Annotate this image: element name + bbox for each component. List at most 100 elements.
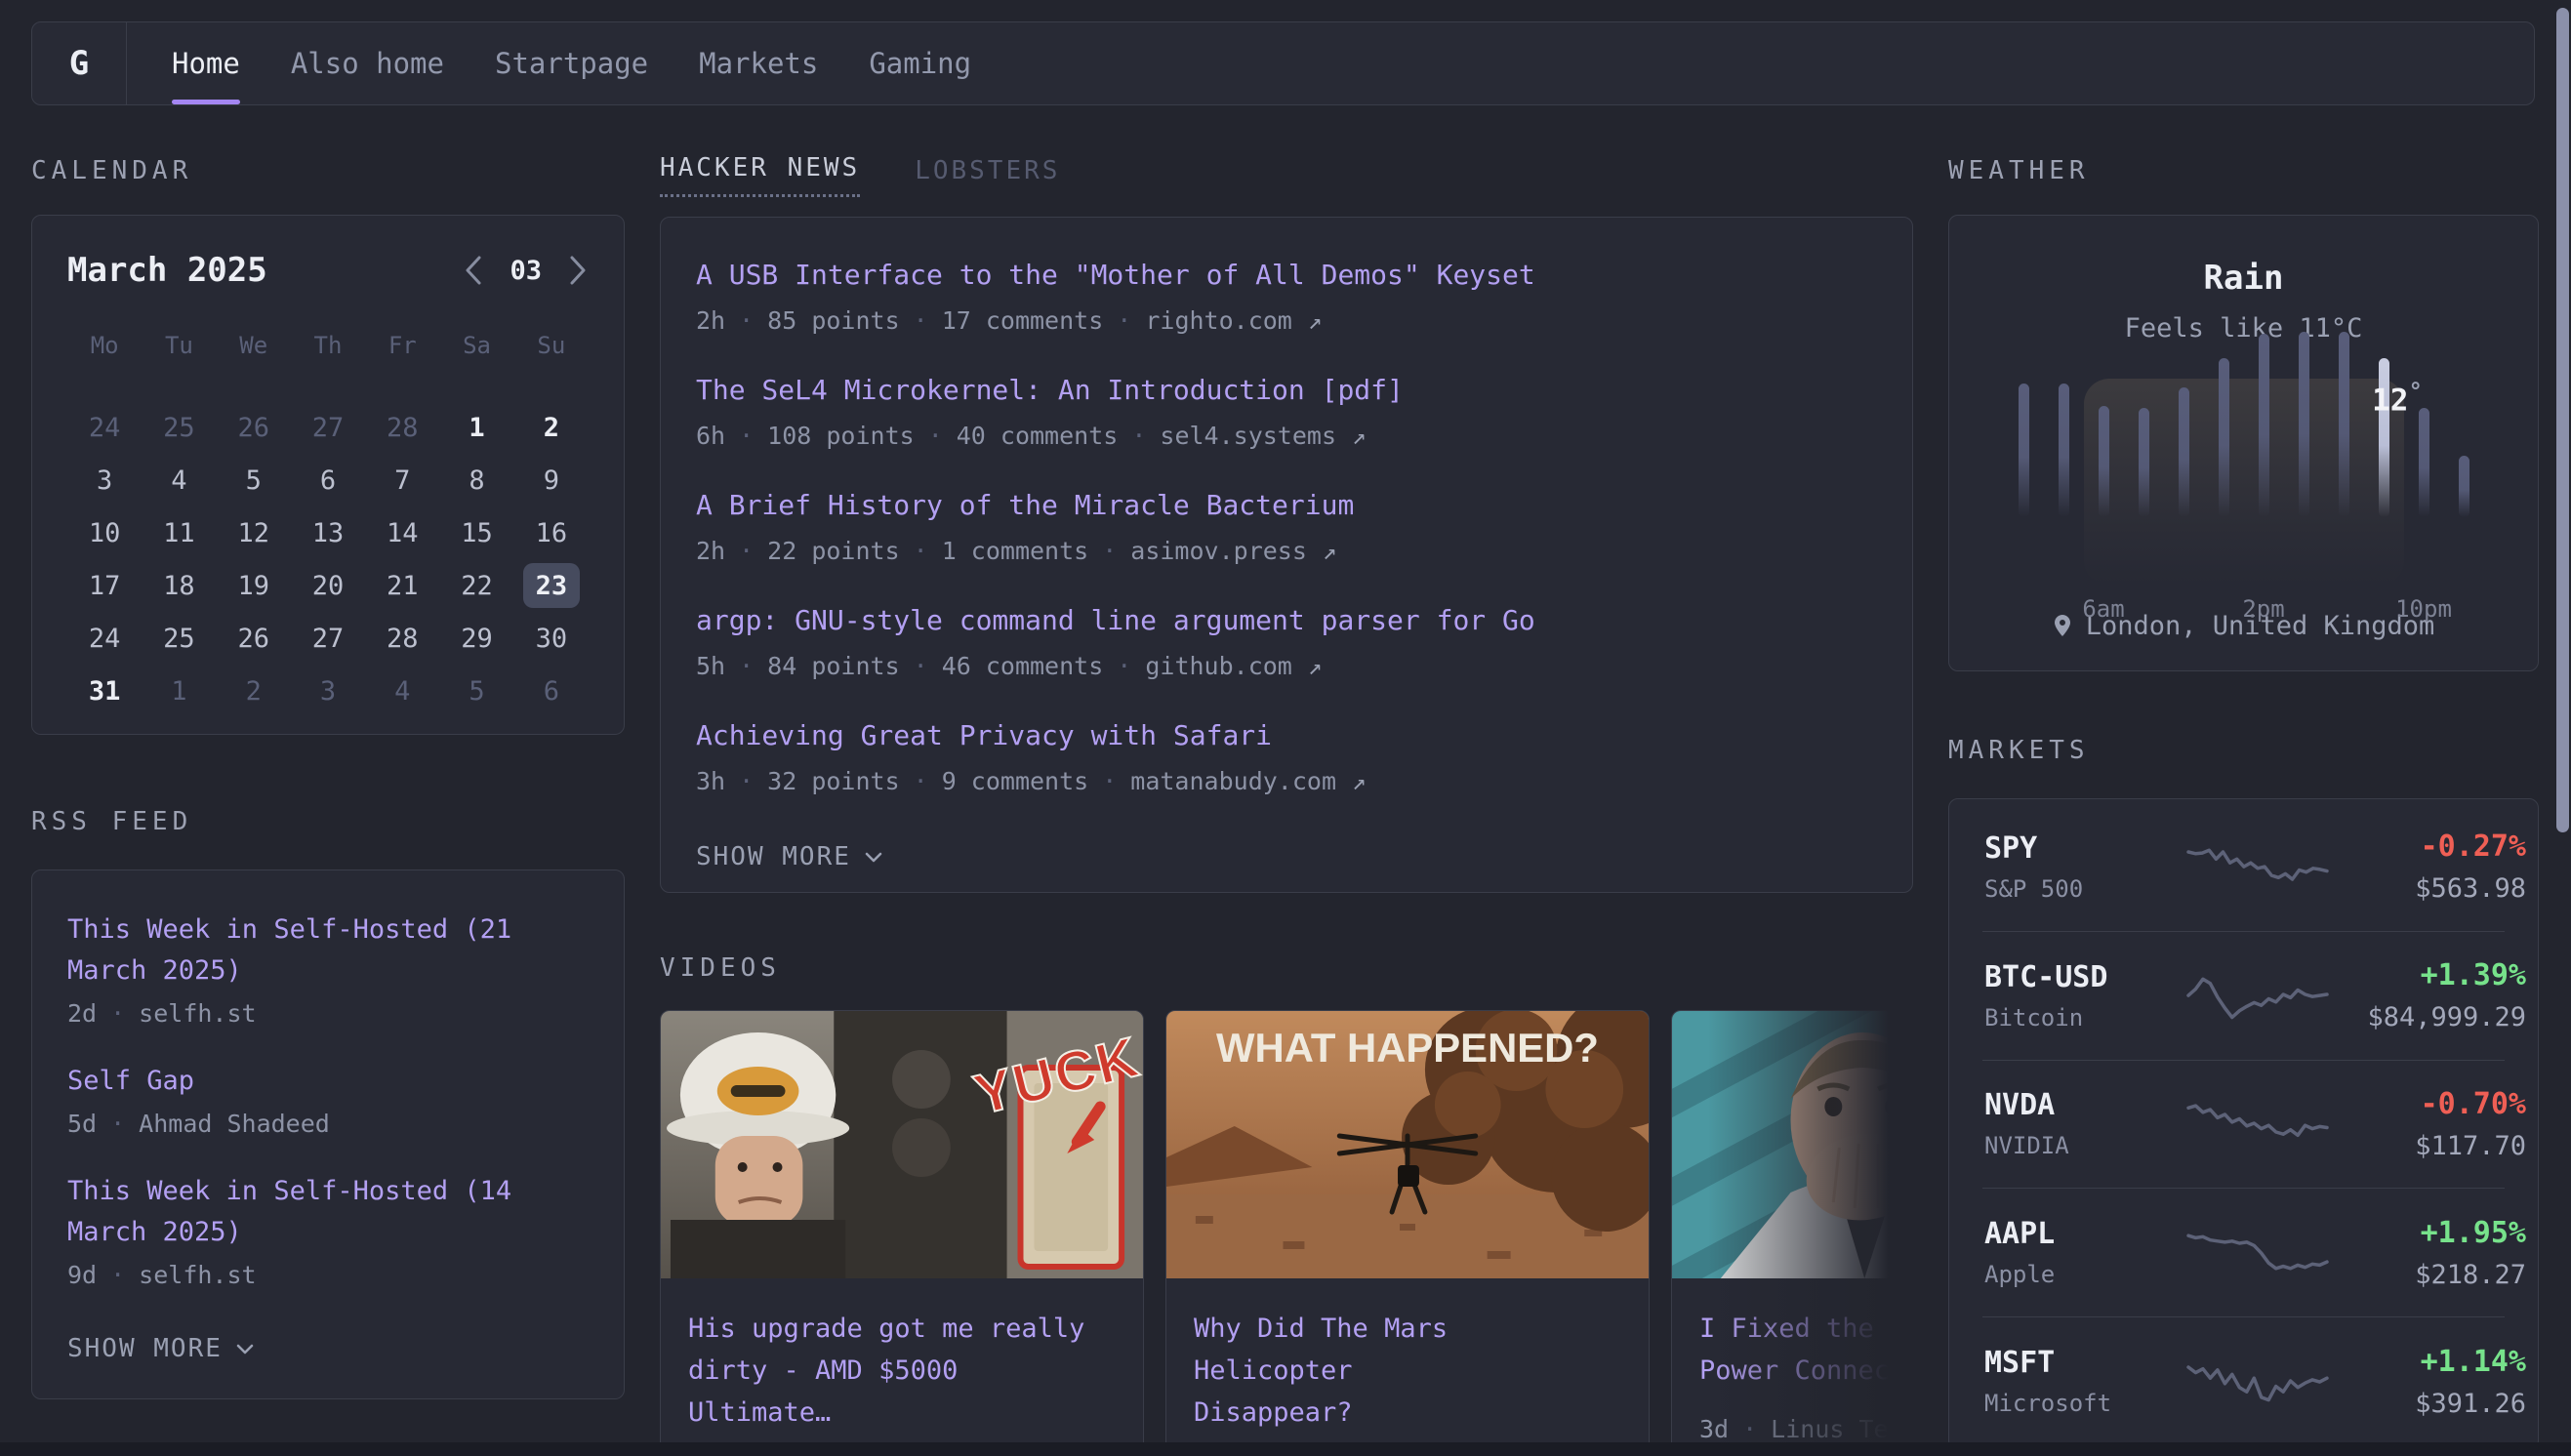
- news-item-title[interactable]: argp: GNU-style command line argument pa…: [696, 604, 1877, 636]
- market-row: NVDANVIDIA-0.70%$117.70: [1949, 1062, 2538, 1187]
- nav-tab-label: Also home: [291, 47, 444, 80]
- rss-item-source: selfh.st: [139, 1261, 256, 1289]
- calendar-next-button[interactable]: [567, 254, 589, 287]
- markets-header: MARKETS: [1948, 736, 2539, 765]
- rss-item-title[interactable]: This Week in Self-Hosted (21 March 2025): [67, 910, 555, 991]
- news-item-domain[interactable]: matanabudy.com: [1130, 767, 1336, 795]
- degree-symbol: °: [2408, 378, 2422, 405]
- news-item-domain[interactable]: sel4.systems: [1160, 422, 1336, 450]
- calendar-day-grid: 2425262728123456789101112131415161718192…: [67, 401, 589, 717]
- meta-separator: ·: [928, 422, 943, 450]
- calendar-weekday: Su: [514, 323, 589, 368]
- meta-separator: ·: [110, 1261, 125, 1289]
- market-ticker[interactable]: MSFT: [1984, 1346, 2184, 1380]
- meta-separator: ·: [110, 999, 125, 1028]
- page-scrollbar-thumb[interactable]: [2556, 8, 2569, 832]
- news-item-domain[interactable]: github.com: [1145, 652, 1292, 680]
- meta-separator: ·: [1117, 306, 1131, 335]
- news-item-time: 3h: [696, 767, 725, 795]
- nav-tab-gaming[interactable]: Gaming: [869, 22, 971, 104]
- news-item-domain[interactable]: asimov.press: [1130, 537, 1307, 565]
- nav-tab-markets[interactable]: Markets: [699, 22, 818, 104]
- video-thumbnail-image[interactable]: DOTHT: [1672, 1011, 1913, 1278]
- external-link-icon: ↗: [1308, 653, 1322, 680]
- video-card[interactable]: DOTHT I Fixed the 5 Power Connect3d·Linu…: [1671, 1010, 1913, 1456]
- rss-item-title[interactable]: This Week in Self-Hosted (14 March 2025): [67, 1171, 555, 1253]
- market-ticker[interactable]: BTC-USD: [1984, 960, 2184, 994]
- tab-lobsters[interactable]: LOBSTERS: [915, 156, 1060, 197]
- calendar-day-number: 28: [374, 616, 430, 661]
- calendar-month-title: March 2025: [67, 251, 267, 290]
- calendar-day: 4: [142, 454, 216, 506]
- news-show-more-button[interactable]: SHOW MORE: [696, 842, 1877, 871]
- video-thumbnail-image[interactable]: WHAT HAPPENED?: [1166, 1011, 1649, 1278]
- news-item: Achieving Great Privacy with Safari3h·32…: [696, 719, 1877, 795]
- right-column: WEATHER Rain Feels like 11°C 12°6am2pm10…: [1948, 156, 2539, 1456]
- rss-show-more-button[interactable]: SHOW MORE: [67, 1334, 589, 1363]
- calendar-day: 6: [291, 454, 365, 506]
- video-title[interactable]: His upgrade got me really dirty - AMD $5…: [688, 1308, 1116, 1434]
- rss-item-time: 2d: [67, 999, 97, 1028]
- news-item-time: 2h: [696, 537, 725, 565]
- calendar-day-number: 9: [523, 458, 580, 503]
- market-values: +1.14%$391.26: [2331, 1345, 2526, 1419]
- rss-item-time: 9d: [67, 1261, 97, 1289]
- weather-bar: [2459, 456, 2469, 517]
- calendar-prev-button[interactable]: [463, 254, 484, 287]
- calendar-day: 2: [514, 401, 589, 454]
- market-change: +1.14%: [2331, 1345, 2526, 1379]
- sparkline-chart: [2184, 961, 2331, 1026]
- nav-tab-also-home[interactable]: Also home: [291, 22, 444, 104]
- rss-item-time: 5d: [67, 1110, 97, 1138]
- news-item-comments: 1 comments: [942, 537, 1089, 565]
- calendar-day-number: 5: [225, 458, 282, 503]
- calendar-day-number: 12: [225, 510, 282, 555]
- meta-separator: ·: [1742, 1415, 1757, 1443]
- market-ticker[interactable]: NVDA: [1984, 1088, 2184, 1122]
- meta-separator: ·: [739, 767, 754, 795]
- weather-time-label: 6am: [2082, 595, 2124, 623]
- calendar-day: 26: [217, 401, 291, 454]
- calendar-day: 20: [291, 559, 365, 612]
- market-price: $218.27: [2331, 1260, 2526, 1290]
- news-item-title[interactable]: The SeL4 Microkernel: An Introduction [p…: [696, 374, 1877, 406]
- nav-tab-label: Startpage: [495, 47, 648, 80]
- news-item-title[interactable]: Achieving Great Privacy with Safari: [696, 719, 1877, 751]
- nav-tab-label: Gaming: [869, 47, 971, 80]
- news-item-domain[interactable]: righto.com: [1145, 306, 1292, 335]
- left-column: CALENDAR March 2025 03 MoTuWeThFrSaSu: [31, 156, 625, 1456]
- meta-separator: ·: [739, 422, 754, 450]
- viewport-bottom-strip: [0, 1442, 2571, 1456]
- calendar-day-number: 25: [150, 616, 207, 661]
- news-show-more-label: SHOW MORE: [696, 842, 851, 871]
- market-ticker-block: BTC-USDBitcoin: [1984, 960, 2184, 1031]
- meta-separator: ·: [914, 537, 928, 565]
- sparkline-chart: [2184, 1090, 2331, 1154]
- rss-widget: This Week in Self-Hosted (21 March 2025)…: [31, 870, 625, 1399]
- video-title[interactable]: I Fixed the 5 Power Connect: [1699, 1308, 1913, 1392]
- tab-hacker-news[interactable]: HACKER NEWS: [660, 153, 860, 197]
- weather-time-label: 2pm: [2242, 595, 2284, 623]
- video-title[interactable]: Why Did The Mars Helicopter Disappear?: [1194, 1308, 1621, 1434]
- news-item-title[interactable]: A USB Interface to the "Mother of All De…: [696, 259, 1877, 291]
- video-thumbnail-image[interactable]: YUCK: [661, 1011, 1143, 1278]
- market-ticker[interactable]: SPY: [1984, 831, 2184, 866]
- content-columns: CALENDAR March 2025 03 MoTuWeThFrSaSu: [31, 156, 2539, 1456]
- nav-tab-startpage[interactable]: Startpage: [495, 22, 648, 104]
- news-item-points: 108 points: [767, 422, 915, 450]
- market-ticker[interactable]: AAPL: [1984, 1217, 2184, 1251]
- nav-tab-home[interactable]: Home: [172, 22, 240, 104]
- weather-bar: [2139, 408, 2149, 517]
- video-time: 3d: [1699, 1415, 1729, 1443]
- market-name: S&P 500: [1984, 875, 2184, 903]
- calendar-day-number: 15: [449, 510, 506, 555]
- news-item-meta: 2h·85 points·17 comments·righto.com↗: [696, 306, 1877, 335]
- news-item-title[interactable]: A Brief History of the Miracle Bacterium: [696, 489, 1877, 521]
- rss-item-title[interactable]: Self Gap: [67, 1061, 555, 1102]
- video-card[interactable]: YUCK His upgrade got me really dirty - A…: [660, 1010, 1144, 1456]
- market-ticker-block: SPY S&P 500: [1984, 831, 2184, 903]
- calendar-day: 19: [217, 559, 291, 612]
- video-card[interactable]: WHAT HAPPENED? Why Did The Mars Helicopt…: [1165, 1010, 1650, 1456]
- market-price: $84,999.29: [2331, 1002, 2526, 1032]
- news-item-comments: 46 comments: [942, 652, 1104, 680]
